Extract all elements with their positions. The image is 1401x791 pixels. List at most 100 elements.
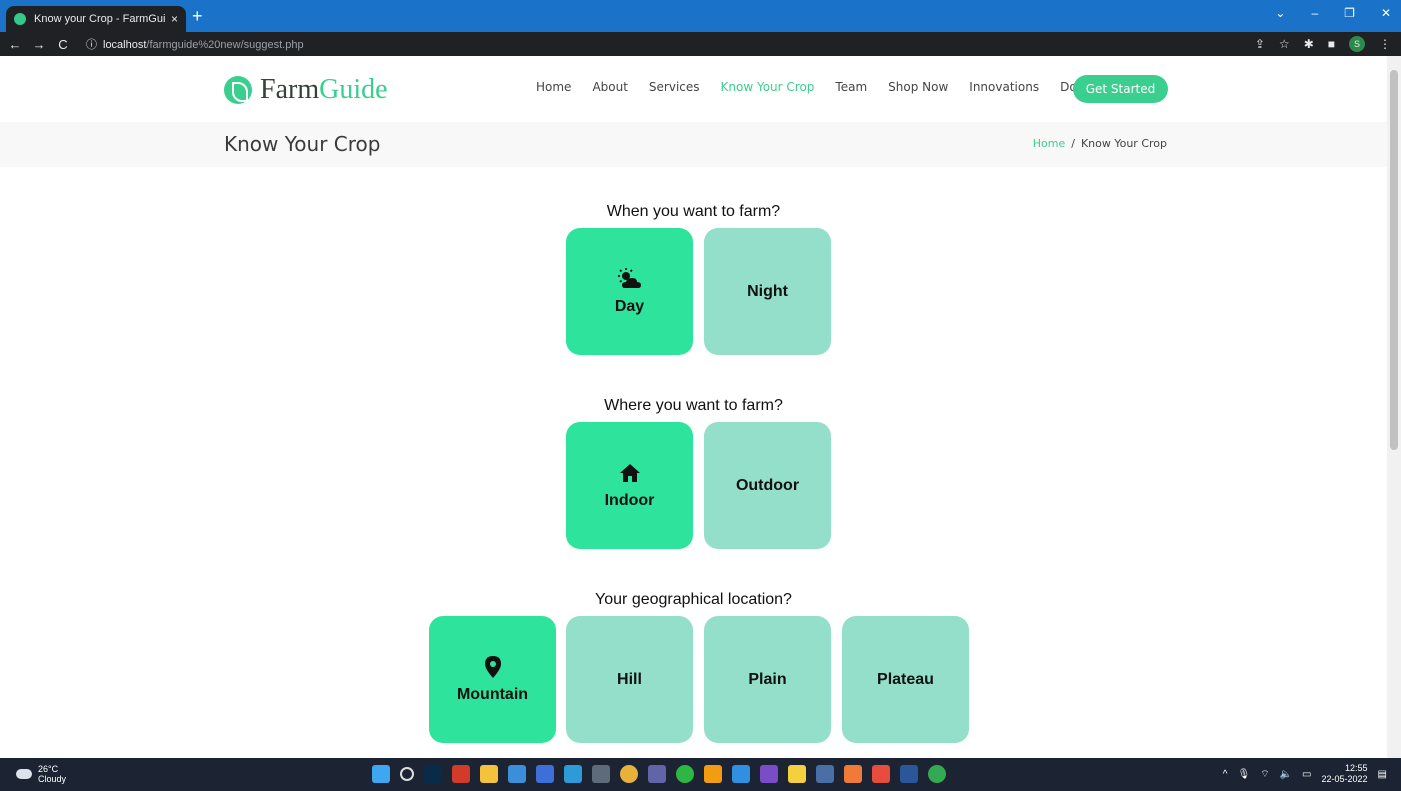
site-info-icon[interactable]: ⓘ [86,39,97,51]
breadcrumb: Home / Know Your Crop [1033,137,1167,150]
profile-avatar[interactable]: S [1349,36,1365,52]
extensions-icon[interactable]: ✱ [1304,37,1314,51]
share-icon[interactable]: ⇪ [1255,37,1265,51]
site-logo[interactable]: FarmGuide [224,74,388,106]
nav-shop-now[interactable]: Shop Now [888,80,948,94]
nav-home[interactable]: Home [536,80,571,94]
option-indoor[interactable]: Indoor [566,422,693,549]
page-title: Know Your Crop [224,132,381,156]
weather-widget[interactable]: 26°C Cloudy [16,764,66,784]
illustrator-icon[interactable] [452,765,470,783]
option-label: Plain [748,670,787,688]
breadcrumb-section: Know Your Crop Home / Know Your Crop [0,122,1387,167]
time: 12:55 [1345,763,1368,773]
breadcrumb-current: Know Your Crop [1080,137,1167,150]
browser-tab-bar: Know your Crop - FarmGuide × + ⌄ – ❐ ✕ [0,0,1401,32]
word-icon[interactable] [900,765,918,783]
nav-innovations[interactable]: Innovations [969,80,1039,94]
app-icon[interactable] [592,765,610,783]
xampp-icon[interactable] [844,765,862,783]
wifi-icon[interactable]: ⌔ [1260,768,1269,781]
tab-close-icon[interactable]: × [171,12,178,26]
option-label: Plateau [877,670,934,688]
get-started-button[interactable]: Get Started [1073,75,1168,103]
option-label: Hill [617,670,642,688]
url-field[interactable]: ⓘ localhost/farmguide%20new/suggest.php [86,36,304,52]
leaf-logo-icon [224,76,252,104]
option-label: Outdoor [735,476,800,494]
close-window-button[interactable]: ✕ [1381,6,1391,20]
app-icon[interactable] [872,765,890,783]
whatsapp-icon[interactable] [676,765,694,783]
url-path: /farmguide%20new/suggest.php [146,39,304,51]
scrollbar-thumb[interactable] [1390,70,1398,450]
address-bar: ← → C ⓘ localhost/farmguide%20new/suggest… [0,32,1401,56]
option-label: Indoor [604,491,655,509]
notification-icon[interactable]: ▤ [1378,769,1387,780]
cloud-sun-icon [617,267,643,290]
url-host: localhost [103,39,147,51]
option-plateau[interactable]: Plateau [842,616,969,743]
vertical-scrollbar[interactable] [1387,56,1401,758]
question-where: Where you want to farm? [604,397,783,414]
cloud-icon [16,769,32,779]
favicon-icon [14,13,26,25]
option-mountain[interactable]: Mountain [429,616,556,743]
question-location: Your geographical location? [595,591,792,608]
sticky-notes-icon[interactable] [788,765,806,783]
volume-icon[interactable]: 🔈 [1280,769,1292,780]
minimize-button[interactable]: – [1311,6,1318,20]
file-explorer-icon[interactable] [480,765,498,783]
option-day[interactable]: Day [566,228,693,355]
nav-services[interactable]: Services [649,80,700,94]
back-icon[interactable]: ← [6,37,24,52]
tab-search-icon[interactable]: ⌄ [1275,6,1285,20]
forward-icon[interactable]: → [30,37,48,52]
option-label: Night [747,282,788,300]
battery-icon[interactable]: ▭ [1302,769,1311,780]
logo-text: FarmGuide [260,74,388,105]
option-outdoor[interactable]: Outdoor [704,422,831,549]
main-nav: Home About Services Know Your Crop Team … [536,80,1125,94]
sublime-icon[interactable] [704,765,722,783]
taskbar-apps [372,765,946,783]
home-icon [619,462,641,484]
chevron-up-icon[interactable]: ^ [1223,769,1228,780]
option-plain[interactable]: Plain [704,616,831,743]
browser-tab[interactable]: Know your Crop - FarmGuide × [6,6,186,32]
new-tab-button[interactable]: + [192,6,203,26]
app-icon[interactable] [760,765,778,783]
chrome-active-icon[interactable] [928,765,946,783]
nav-know-your-crop[interactable]: Know Your Crop [721,80,815,94]
breadcrumb-home-link[interactable]: Home [1033,137,1065,150]
reload-icon[interactable]: C [54,37,72,52]
store-icon[interactable] [536,765,554,783]
tab-title: Know your Crop - FarmGuide [34,13,165,25]
window-controls: ⌄ – ❐ ✕ [1275,6,1391,20]
restore-button[interactable]: ❐ [1344,6,1355,20]
edge-icon[interactable] [564,765,582,783]
app-icon[interactable] [816,765,834,783]
clock[interactable]: 12:55 22-05-2022 [1322,763,1368,785]
chrome-icon[interactable] [620,765,638,783]
option-label: Mountain [456,685,529,703]
photoshop-icon[interactable] [424,765,442,783]
bookmark-star-icon[interactable]: ☆ [1279,37,1290,51]
microphone-icon[interactable]: 🎙 [1237,769,1250,780]
search-icon[interactable] [400,767,414,781]
option-night[interactable]: Night [704,228,831,355]
nav-team[interactable]: Team [835,80,867,94]
menu-icon[interactable]: ⋮ [1379,37,1391,51]
vscode-icon[interactable] [732,765,750,783]
mail-icon[interactable] [508,765,526,783]
question-when: When you want to farm? [606,203,781,220]
option-hill[interactable]: Hill [566,616,693,743]
teams-icon[interactable] [648,765,666,783]
nav-about[interactable]: About [592,80,627,94]
system-tray: ^ 🎙 ⌔ 🔈 ▭ 12:55 22-05-2022 ▤ [1223,763,1387,785]
date: 22-05-2022 [1321,774,1368,784]
browser-toolbar: ⇪ ☆ ✱ ■ S ⋮ [1255,36,1391,52]
start-icon[interactable] [372,765,390,783]
weather-condition: Cloudy [38,774,67,784]
side-panel-icon[interactable]: ■ [1328,37,1335,51]
